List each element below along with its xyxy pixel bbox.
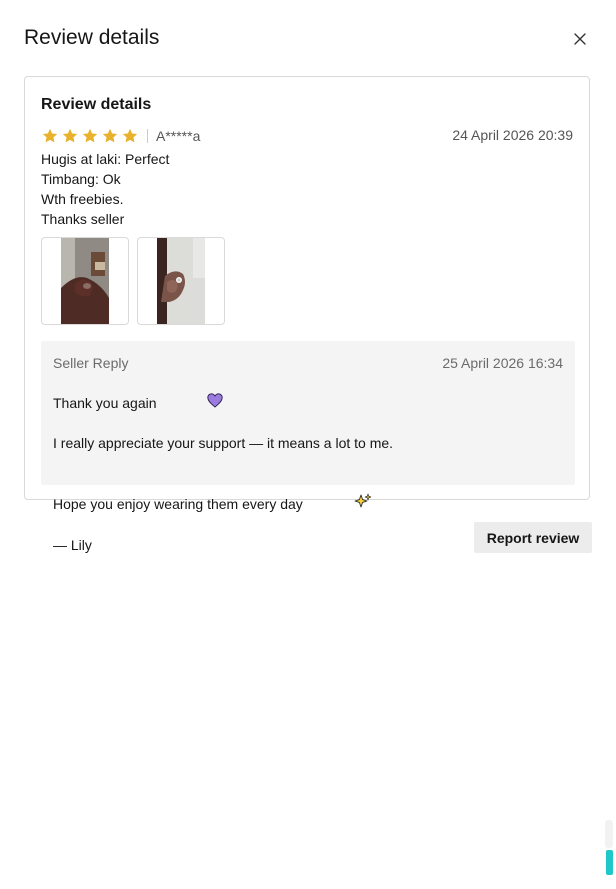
- reply-line: Thank you again: [53, 373, 393, 433]
- reply-line-text: Hope you enjoy wearing them every day: [53, 496, 303, 512]
- reply-line-text: Thank you again: [53, 395, 157, 411]
- close-button[interactable]: [568, 27, 592, 51]
- dialog-title: Review details: [24, 26, 160, 49]
- review-line: Thanks seller: [41, 211, 125, 227]
- reviewer-name: A*****a: [156, 128, 201, 144]
- close-icon: [574, 33, 586, 45]
- review-line: Hugis at laki: Perfect: [41, 151, 170, 167]
- review-photo-2: [157, 238, 205, 324]
- star-rating: [41, 127, 139, 145]
- reply-line: Hope you enjoy wearing them every day: [53, 473, 393, 535]
- review-photo-thumbnail[interactable]: [137, 237, 225, 325]
- review-line: Wth freebies.: [41, 191, 124, 207]
- review-photo-1: [61, 238, 109, 324]
- review-text: Hugis at laki: Perfect Timbang: Ok Wth f…: [41, 149, 169, 229]
- seller-reply-label: Seller Reply: [53, 355, 129, 371]
- star-icon: [41, 127, 59, 145]
- reply-line: — Lily: [53, 537, 92, 553]
- star-icon: [61, 127, 79, 145]
- review-photo-thumbnail[interactable]: [41, 237, 129, 325]
- star-icon: [121, 127, 139, 145]
- seller-reply-date: 25 April 2026 16:34: [442, 355, 563, 371]
- review-card: Review details A*****a 24 April 2026 20:…: [24, 76, 590, 553]
- reply-line: [53, 453, 393, 473]
- divider: [147, 129, 148, 143]
- sparkles-icon: [307, 473, 372, 535]
- review-photos: [41, 237, 225, 325]
- reply-line: I really appreciate your support — it me…: [53, 435, 394, 451]
- scrollbar-track[interactable]: [605, 820, 613, 848]
- rating-row: A*****a: [41, 126, 200, 146]
- star-icon: [81, 127, 99, 145]
- review-heading: Review details: [41, 96, 152, 113]
- purple-heart-icon: [161, 373, 224, 433]
- report-review-button[interactable]: Report review: [474, 522, 592, 553]
- seller-reply-text: Thank you again I really appreciate your…: [53, 373, 393, 555]
- scrollbar-thumb[interactable]: [606, 850, 613, 875]
- review-line: Timbang: Ok: [41, 171, 121, 187]
- review-date: 24 April 2026 20:39: [452, 127, 573, 143]
- seller-reply: Seller Reply 25 April 2026 16:34 Thank y…: [41, 341, 575, 553]
- star-icon: [101, 127, 119, 145]
